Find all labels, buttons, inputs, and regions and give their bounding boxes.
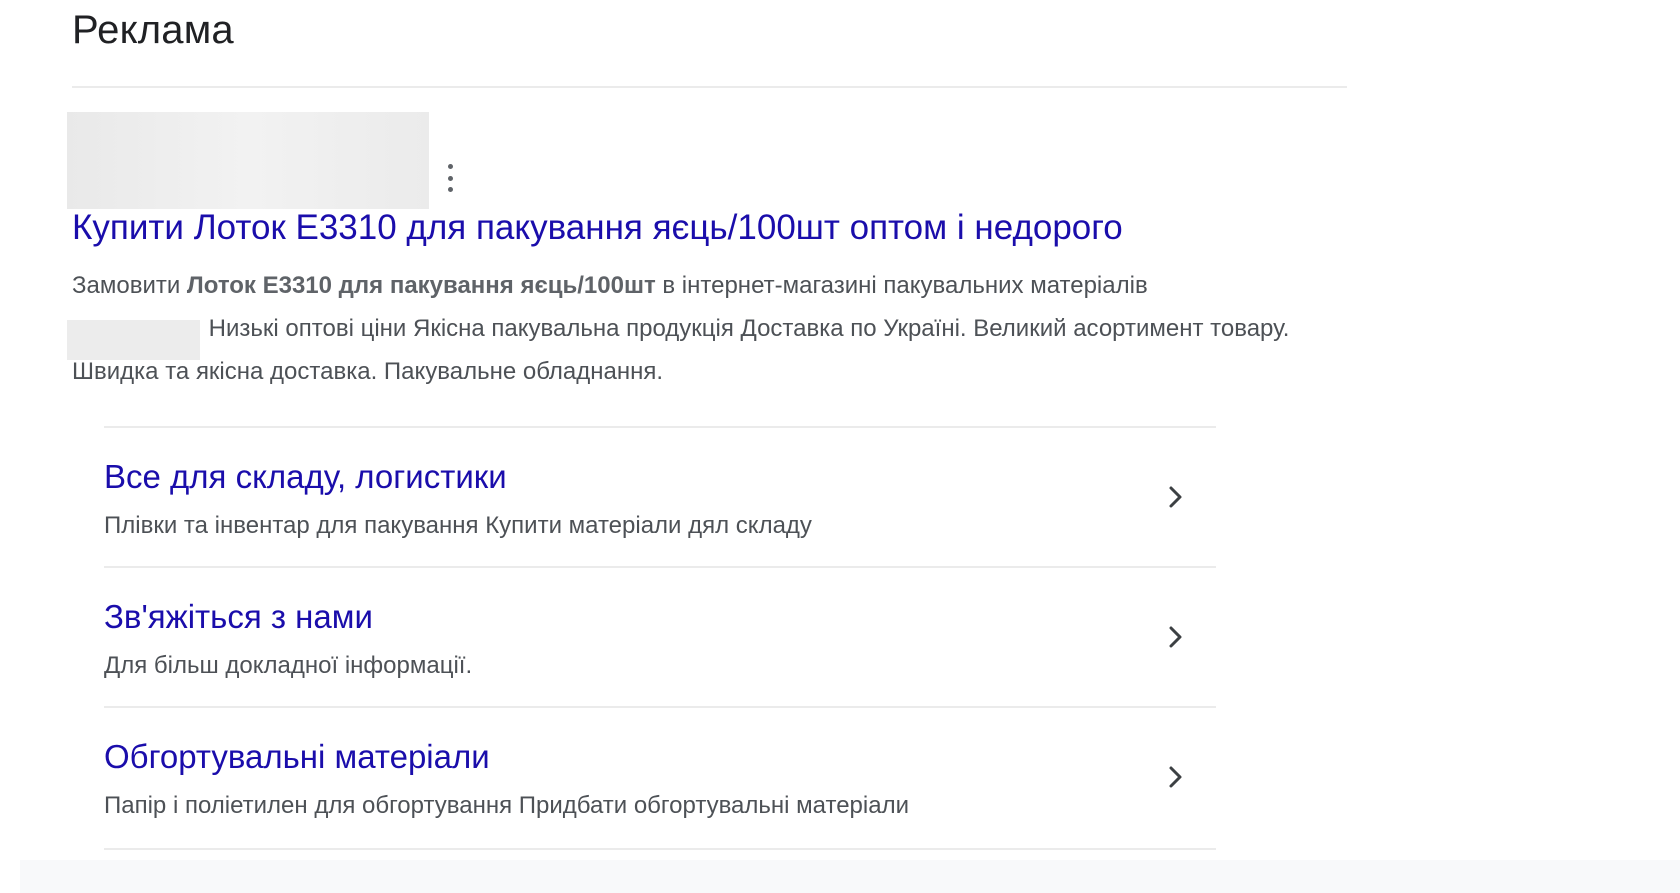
ad-description-end: в інтернет-магазині пакувальних матеріал… [655, 272, 1148, 299]
sitelink-contact[interactable]: Зв'яжіться з нами Для більш докладної ін… [104, 566, 1216, 706]
ad-description-start: Замовити [72, 272, 187, 299]
more-vert-icon[interactable] [440, 164, 460, 192]
chevron-right-icon[interactable] [1164, 622, 1188, 652]
more-dot [447, 187, 453, 192]
ad-description-bold: Лоток Е3310 для пакування яєць/100шт [186, 272, 656, 299]
chevron-right-icon[interactable] [1164, 762, 1188, 792]
more-dot [447, 164, 453, 169]
more-dot [447, 175, 453, 181]
chevron-right-icon[interactable] [1164, 482, 1188, 512]
ad-description: Замовити Лоток Е3310 для пакування яєць/… [72, 264, 1362, 393]
sitelink-wrapping[interactable]: Обгортувальні матеріали Папір і поліетил… [104, 706, 1216, 850]
ad-title-link[interactable]: Купити Лоток Е3310 для пакування яєць/10… [72, 208, 1123, 248]
ad-description-line2: Низькі оптові ціни Якісна пакувальна про… [72, 315, 1290, 385]
sitelink-description: Для більш докладної інформації. [104, 652, 473, 679]
redacted-brand-name [67, 320, 200, 360]
sitelink-description: Плівки та інвентар для пакування Купити … [104, 512, 812, 539]
header-divider [72, 86, 1347, 88]
sitelink-warehouse[interactable]: Все для складу, логистики Плівки та інве… [104, 426, 1216, 566]
footer-band [20, 860, 1680, 893]
redacted-advertiser-block [67, 112, 429, 209]
ad-section-header: Реклама [72, 8, 234, 52]
sitelink-description: Папір і поліетилен для обгортування Прид… [104, 792, 909, 819]
sitelink-title[interactable]: Обгортувальні матеріали [104, 738, 490, 776]
search-ad-page: Реклама Купити Лоток Е3310 для пакування… [0, 0, 1680, 893]
sitelink-title[interactable]: Все для складу, логистики [104, 458, 507, 496]
sitelinks-list: Все для складу, логистики Плівки та інве… [104, 426, 1216, 850]
sitelink-title[interactable]: Зв'яжіться з нами [104, 598, 373, 636]
